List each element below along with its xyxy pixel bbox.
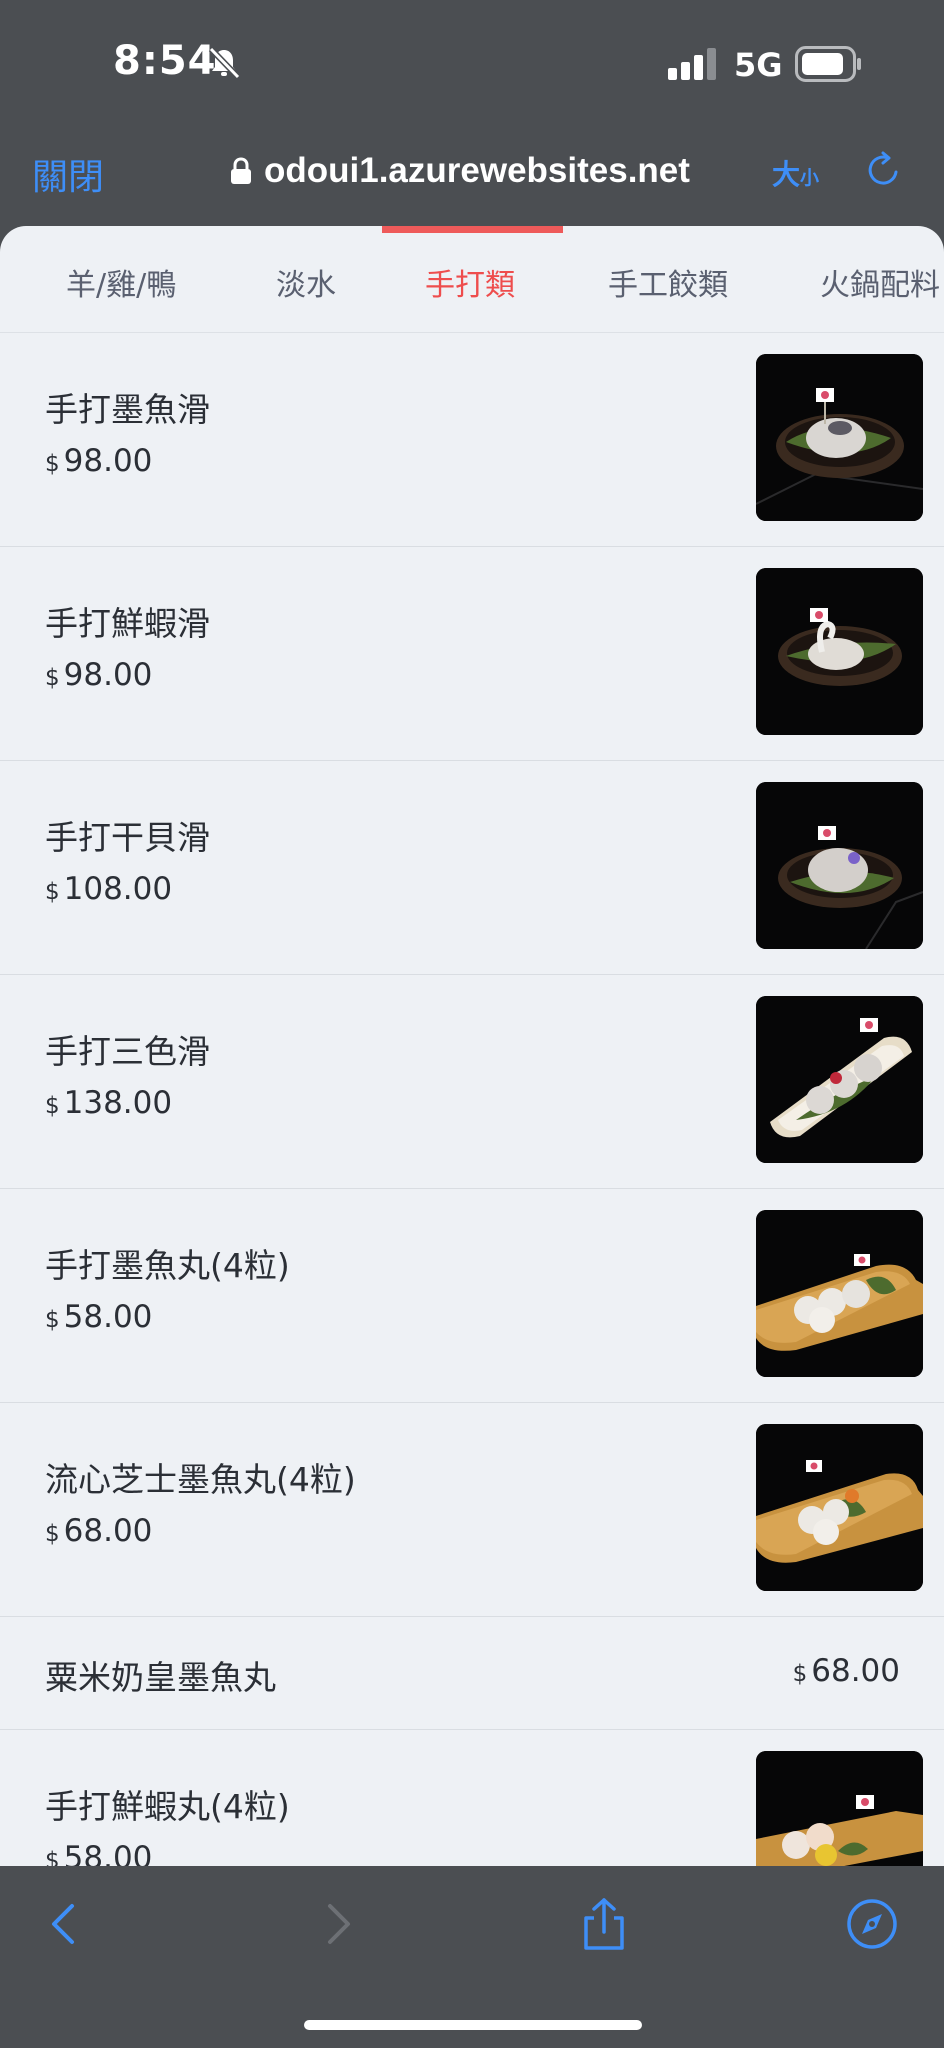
- share-icon[interactable]: [576, 1896, 632, 1952]
- item-name: 手打墨魚滑: [45, 390, 210, 429]
- price-value: 138.00: [63, 1085, 173, 1121]
- tab-handmade[interactable]: 手打類: [425, 260, 515, 304]
- item-name: 手打干貝滑: [45, 818, 210, 857]
- menu-item[interactable]: 流心芝士墨魚丸(4粒) $68.00: [0, 1403, 944, 1617]
- item-photo[interactable]: [756, 1751, 923, 1866]
- item-name: 手打鮮蝦丸(4粒): [45, 1787, 290, 1826]
- currency-symbol: $: [45, 1093, 60, 1119]
- lock-icon: [231, 157, 251, 184]
- currency-symbol: $: [45, 451, 60, 477]
- item-photo[interactable]: [756, 1424, 923, 1591]
- item-name: 粟米奶皇墨魚丸: [45, 1658, 276, 1697]
- item-name: 手打墨魚丸(4粒): [45, 1246, 290, 1285]
- currency-symbol: $: [792, 1661, 808, 1687]
- menu-item[interactable]: 手打墨魚丸(4粒) $58.00: [0, 1189, 944, 1403]
- item-price: $68.00: [45, 1513, 152, 1549]
- item-name: 手打三色滑: [45, 1032, 210, 1071]
- browser-address-bar: 關閉 odoui1.azurewebsites.net 大小: [0, 128, 944, 228]
- item-price: $98.00: [45, 443, 152, 479]
- currency-symbol: $: [45, 665, 60, 691]
- price-value: 58.00: [63, 1840, 153, 1866]
- reload-icon[interactable]: [864, 150, 904, 190]
- item-photo[interactable]: [756, 568, 923, 735]
- currency-symbol: $: [45, 1848, 60, 1866]
- web-content: 羊/雞/鴨 淡水 手打類 手工餃類 火鍋配料 手打墨魚滑 $98.00 手打鮮蝦…: [0, 226, 944, 1866]
- menu-item[interactable]: 手打鮮蝦滑 $98.00: [0, 547, 944, 761]
- close-button[interactable]: 關閉: [32, 148, 104, 200]
- back-icon[interactable]: [36, 1896, 92, 1952]
- tab-freshwater[interactable]: 淡水: [276, 260, 336, 304]
- price-value: 58.00: [63, 1299, 153, 1335]
- price-value: 98.00: [63, 657, 153, 693]
- item-name: 流心芝士墨魚丸(4粒): [45, 1460, 356, 1499]
- signal-icon: [668, 48, 716, 80]
- forward-icon[interactable]: [310, 1896, 366, 1952]
- network-label: 5G: [734, 46, 783, 84]
- browser-toolbar: [0, 1866, 944, 2048]
- item-price: $138.00: [45, 1085, 172, 1121]
- price-value: 68.00: [63, 1513, 153, 1549]
- text-size-small-label: 小: [800, 167, 820, 189]
- currency-symbol: $: [45, 1521, 60, 1547]
- menu-item[interactable]: 粟米奶皇墨魚丸 $68.00: [0, 1617, 944, 1730]
- item-price: $58.00: [45, 1840, 152, 1866]
- status-time: 8:54: [113, 38, 217, 84]
- item-price: $98.00: [45, 657, 152, 693]
- item-name: 手打鮮蝦滑: [45, 604, 210, 643]
- bell-off-icon: [208, 46, 241, 80]
- menu-item[interactable]: 手打干貝滑 $108.00: [0, 761, 944, 975]
- url-display[interactable]: odoui1.azurewebsites.net: [230, 148, 690, 194]
- active-tab-indicator: [382, 226, 563, 233]
- item-photo[interactable]: [756, 1210, 923, 1377]
- text-size-button[interactable]: 大小: [772, 153, 819, 193]
- item-photo[interactable]: [756, 354, 923, 521]
- tab-lamb-chicken-duck[interactable]: 羊/雞/鴨: [66, 260, 176, 304]
- menu-list: 手打墨魚滑 $98.00 手打鮮蝦滑 $98.00 手打干貝滑 $ 108.00…: [0, 333, 944, 1866]
- item-price: $58.00: [45, 1299, 152, 1335]
- text-size-big-label: 大: [772, 158, 801, 191]
- battery-icon: [795, 46, 861, 82]
- price-value: 108.00: [63, 871, 173, 907]
- menu-item[interactable]: 手打鮮蝦丸(4粒) $58.00: [0, 1730, 944, 1866]
- compass-icon[interactable]: [844, 1896, 900, 1952]
- item-photo[interactable]: [756, 996, 923, 1163]
- currency-symbol: $: [45, 879, 60, 905]
- item-photo[interactable]: [756, 782, 923, 949]
- item-price: $108.00: [45, 871, 172, 907]
- status-bar: 8:54 5G: [0, 0, 944, 128]
- price-value: 98.00: [63, 443, 153, 479]
- home-indicator: [304, 2020, 642, 2030]
- tab-handmade-dumplings[interactable]: 手工餃類: [608, 260, 728, 304]
- url-text: odoui1.azurewebsites.net: [264, 151, 690, 190]
- menu-item[interactable]: 手打墨魚滑 $98.00: [0, 333, 944, 547]
- category-tabs: 羊/雞/鴨 淡水 手打類 手工餃類 火鍋配料: [0, 226, 944, 333]
- menu-item[interactable]: 手打三色滑 $138.00: [0, 975, 944, 1189]
- currency-symbol: $: [45, 1307, 60, 1333]
- item-price: $68.00: [793, 1653, 900, 1689]
- price-value: 68.00: [811, 1653, 900, 1689]
- tab-hotpot-ingredients[interactable]: 火鍋配料: [820, 260, 940, 304]
